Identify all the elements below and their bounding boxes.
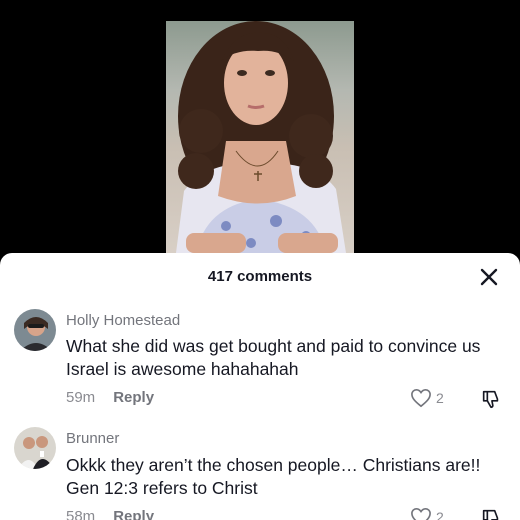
heart-icon[interactable] [410, 388, 434, 410]
video-area[interactable] [0, 0, 520, 268]
thumbs-down-icon[interactable] [480, 388, 502, 410]
heart-icon[interactable] [410, 507, 434, 520]
comment-text: What she did was get bought and paid to … [66, 336, 481, 379]
reply-button[interactable]: Reply [113, 389, 154, 406]
avatar[interactable] [14, 309, 56, 351]
comment-username[interactable]: Brunner [66, 430, 119, 447]
close-icon[interactable] [478, 266, 500, 288]
comment-meta: 59m Reply [66, 389, 154, 406]
comments-sheet: 417 comments Holly Homestead What she di… [0, 253, 520, 520]
avatar[interactable] [14, 427, 56, 469]
like-count: 2 [436, 509, 444, 520]
reply-button[interactable]: Reply [113, 508, 154, 520]
comment-username[interactable]: Holly Homestead [66, 312, 180, 329]
thumbs-down-icon[interactable] [480, 507, 502, 520]
like-count: 2 [436, 390, 444, 406]
comment-timestamp: 58m [66, 508, 96, 520]
comment-count: 417 comments [207, 268, 313, 285]
sheet-header: 417 comments [0, 253, 520, 299]
video-person-image [176, 21, 346, 253]
video-thumbnail[interactable] [166, 21, 354, 253]
comment-meta: 58m Reply [66, 508, 154, 520]
comment-timestamp: 59m [66, 389, 96, 406]
comment-text: Okkk they aren’t the chosen people… Chri… [66, 455, 481, 498]
